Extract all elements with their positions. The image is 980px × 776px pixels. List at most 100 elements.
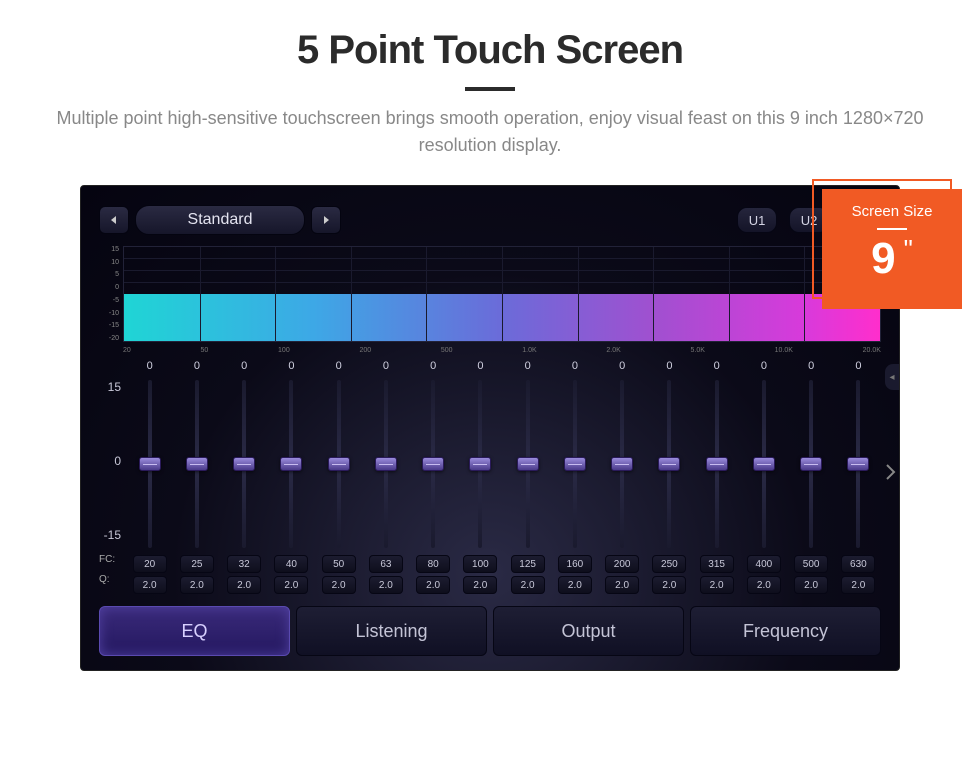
tab-eq[interactable]: EQ <box>99 606 290 656</box>
user-preset-u1-button[interactable]: U1 <box>737 207 777 233</box>
eq-q-box[interactable]: 2.0 <box>794 576 828 594</box>
eq-slider-thumb[interactable] <box>658 457 680 471</box>
eq-slider[interactable] <box>856 380 860 548</box>
eq-slider-thumb[interactable] <box>753 457 775 471</box>
eq-q-box[interactable]: 2.0 <box>747 576 781 594</box>
eq-slider-thumb[interactable] <box>280 457 302 471</box>
eq-band-160: 01602.0 <box>552 360 597 594</box>
eq-band-value: 0 <box>714 360 720 376</box>
eq-fc-box[interactable]: 80 <box>416 555 450 573</box>
eq-slider-thumb[interactable] <box>847 457 869 471</box>
eq-slider[interactable] <box>337 380 341 548</box>
eq-slider[interactable] <box>289 380 293 548</box>
eq-q-box[interactable]: 2.0 <box>180 576 214 594</box>
eq-slider[interactable] <box>667 380 671 548</box>
eq-slider[interactable] <box>715 380 719 548</box>
eq-slider-thumb[interactable] <box>233 457 255 471</box>
eq-q-box[interactable]: 2.0 <box>274 576 308 594</box>
tab-output[interactable]: Output <box>493 606 684 656</box>
page-title: 5 Point Touch Screen <box>0 28 980 73</box>
eq-q-box[interactable]: 2.0 <box>463 576 497 594</box>
next-page-button[interactable] <box>885 463 897 486</box>
eq-slider-thumb[interactable] <box>469 457 491 471</box>
eq-fc-box[interactable]: 400 <box>747 555 781 573</box>
eq-band-400: 04002.0 <box>741 360 786 594</box>
eq-band-value: 0 <box>241 360 247 376</box>
eq-band-315: 0 315 2.0 <box>694 360 739 594</box>
eq-fc-box[interactable]: 100 <box>463 555 497 573</box>
eq-band-value: 0 <box>808 360 814 376</box>
eq-q-box[interactable]: 2.0 <box>558 576 592 594</box>
eq-fc-box[interactable]: 125 <box>511 555 545 573</box>
eq-slider[interactable] <box>478 380 482 548</box>
eq-fc-box[interactable]: 250 <box>652 555 686 573</box>
eq-band-value: 0 <box>288 360 294 376</box>
eq-band-value: 0 <box>383 360 389 376</box>
eq-slider-thumb[interactable] <box>139 457 161 471</box>
eq-band-value: 0 <box>194 360 200 376</box>
eq-band-50: 0502.0 <box>316 360 361 594</box>
eq-slider[interactable] <box>195 380 199 548</box>
spectrum-y-labels: 15 10 5 0 -5 -10 -15 -20 <box>99 246 123 342</box>
eq-slider-thumb[interactable] <box>800 457 822 471</box>
eq-sliders-area: 15 0 -15 FC: Q: 0202.00252.00322.00402.0… <box>99 360 881 594</box>
eq-slider[interactable] <box>431 380 435 548</box>
eq-band-value: 0 <box>147 360 153 376</box>
eq-slider[interactable] <box>242 380 246 548</box>
eq-slider-thumb[interactable] <box>375 457 397 471</box>
eq-q-box[interactable]: 2.0 <box>322 576 356 594</box>
eq-slider[interactable] <box>762 380 766 548</box>
eq-slider[interactable] <box>148 380 152 548</box>
preset-select-button[interactable]: Standard <box>135 205 305 235</box>
eq-fc-box[interactable]: 63 <box>369 555 403 573</box>
eq-slider[interactable] <box>573 380 577 548</box>
screen-size-badge: Screen Size 9 " <box>812 179 962 311</box>
eq-q-box[interactable]: 2.0 <box>605 576 639 594</box>
eq-slider-thumb[interactable] <box>328 457 350 471</box>
eq-slider[interactable] <box>620 380 624 548</box>
badge-value: 9 <box>871 234 895 283</box>
eq-band-100: 0 100 2.0 <box>458 360 503 594</box>
eq-fc-box[interactable]: 50 <box>322 555 356 573</box>
eq-fc-box[interactable]: 40 <box>274 555 308 573</box>
eq-fc-box[interactable]: 500 <box>794 555 828 573</box>
eq-band-25: 0 25 2.0 <box>174 360 219 594</box>
eq-slider-thumb[interactable] <box>186 457 208 471</box>
badge-label: Screen Size <box>822 203 962 220</box>
eq-q-box[interactable]: 2.0 <box>511 576 545 594</box>
eq-slider-thumb[interactable] <box>517 457 539 471</box>
badge-unit: " <box>904 234 913 264</box>
eq-q-box[interactable]: 2.0 <box>227 576 261 594</box>
eq-band-80: 0802.0 <box>411 360 456 594</box>
expand-handle[interactable]: ◂ <box>885 364 899 390</box>
eq-q-box[interactable]: 2.0 <box>652 576 686 594</box>
eq-band-value: 0 <box>525 360 531 376</box>
eq-fc-box[interactable]: 200 <box>605 555 639 573</box>
eq-slider-thumb[interactable] <box>706 457 728 471</box>
preset-prev-button[interactable] <box>99 206 129 234</box>
eq-q-box[interactable]: 2.0 <box>133 576 167 594</box>
eq-fc-box[interactable]: 315 <box>700 555 734 573</box>
eq-q-box[interactable]: 2.0 <box>416 576 450 594</box>
eq-slider-thumb[interactable] <box>422 457 444 471</box>
eq-band-value: 0 <box>477 360 483 376</box>
eq-fc-box[interactable]: 32 <box>227 555 261 573</box>
eq-slider[interactable] <box>809 380 813 548</box>
eq-slider[interactable] <box>384 380 388 548</box>
tab-listening[interactable]: Listening <box>296 606 487 656</box>
eq-fc-box[interactable]: 630 <box>841 555 875 573</box>
eq-q-box[interactable]: 2.0 <box>700 576 734 594</box>
eq-q-box[interactable]: 2.0 <box>369 576 403 594</box>
eq-slider[interactable] <box>526 380 530 548</box>
eq-fc-box[interactable]: 25 <box>180 555 214 573</box>
preset-next-button[interactable] <box>311 206 341 234</box>
eq-fc-box[interactable]: 160 <box>558 555 592 573</box>
chevron-right-icon <box>885 463 897 481</box>
eq-slider-thumb[interactable] <box>564 457 586 471</box>
eq-fc-box[interactable]: 20 <box>133 555 167 573</box>
tab-frequency[interactable]: Frequency <box>690 606 881 656</box>
eq-fcq-labels: FC: Q: <box>99 550 127 590</box>
eq-slider-thumb[interactable] <box>611 457 633 471</box>
eq-band-value: 0 <box>666 360 672 376</box>
eq-q-box[interactable]: 2.0 <box>841 576 875 594</box>
